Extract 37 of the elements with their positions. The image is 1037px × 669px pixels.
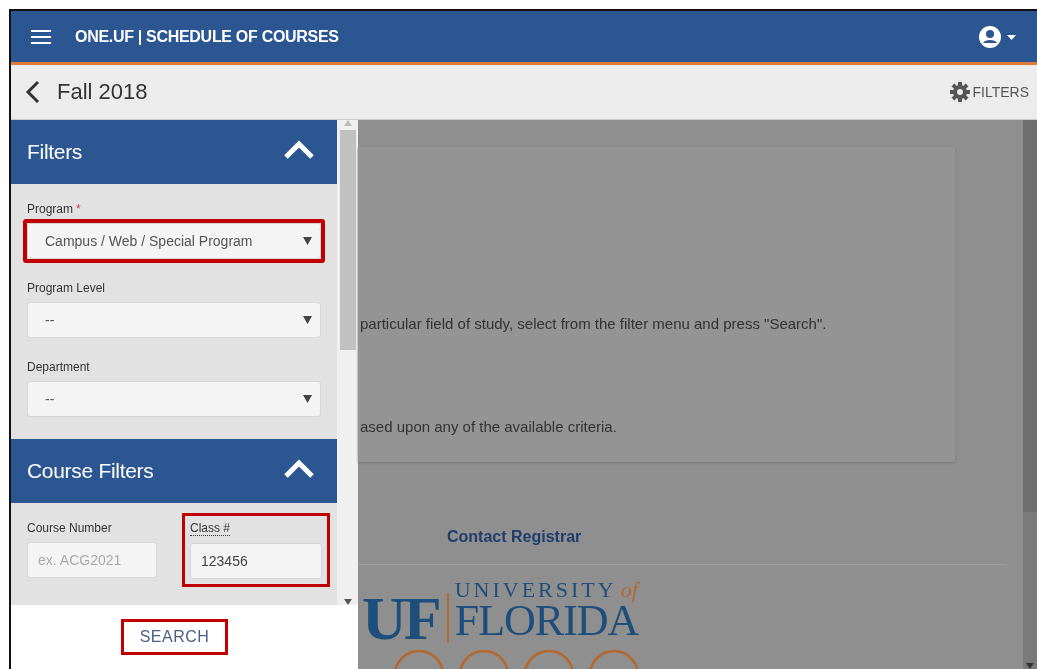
field-label: Department — [27, 360, 90, 374]
back-icon[interactable] — [25, 80, 41, 104]
gear-icon — [950, 82, 971, 102]
scrollbar[interactable] — [1023, 120, 1037, 669]
section-title: Course Filters — [27, 459, 154, 483]
chevron-up-icon[interactable] — [283, 459, 315, 479]
account-menu-icon[interactable] — [979, 25, 1017, 48]
chevron-up-icon[interactable] — [283, 140, 315, 160]
filters-button[interactable]: FILTERS — [950, 82, 1029, 102]
input-field[interactable]: ex. ACG2021 — [27, 542, 157, 578]
select-field[interactable]: -- — [27, 381, 321, 417]
caret-icon — [303, 237, 312, 245]
app-title: ONE.UF | SCHEDULE OF COURSES — [75, 27, 340, 46]
search-button[interactable]: SEARCH — [123, 622, 226, 652]
field-label: Program Level — [27, 281, 106, 295]
caret-icon — [303, 395, 312, 403]
select-field[interactable]: Campus / Web / Special Program — [27, 223, 321, 259]
select-value: Campus / Web / Special Program — [45, 233, 253, 249]
info-text: particular field of study, select from the filter menu and press "Search". — [359, 315, 828, 332]
select-value: -- — [45, 391, 55, 407]
required-mark: * — [76, 202, 81, 216]
select-field[interactable]: -- — [27, 302, 321, 338]
scroll-down-icon[interactable] — [343, 599, 352, 605]
field-label: Course Number — [27, 521, 112, 535]
section-header[interactable]: Course Filters — [11, 439, 337, 503]
select-value: -- — [45, 312, 55, 328]
menu-icon[interactable] — [31, 29, 51, 44]
scrollbar[interactable] — [337, 120, 358, 605]
info-text: ased upon any of the available criteria. — [359, 418, 618, 435]
field-label: Class # — [190, 521, 230, 536]
section-header[interactable]: Filters — [11, 120, 337, 184]
field-label: Program — [27, 202, 73, 216]
scroll-down-icon[interactable] — [1026, 663, 1034, 669]
caret-icon — [303, 316, 312, 324]
section-title: Filters — [27, 140, 83, 164]
term-title: Fall 2018 — [57, 79, 149, 105]
input-field[interactable]: 123456 — [190, 543, 322, 579]
